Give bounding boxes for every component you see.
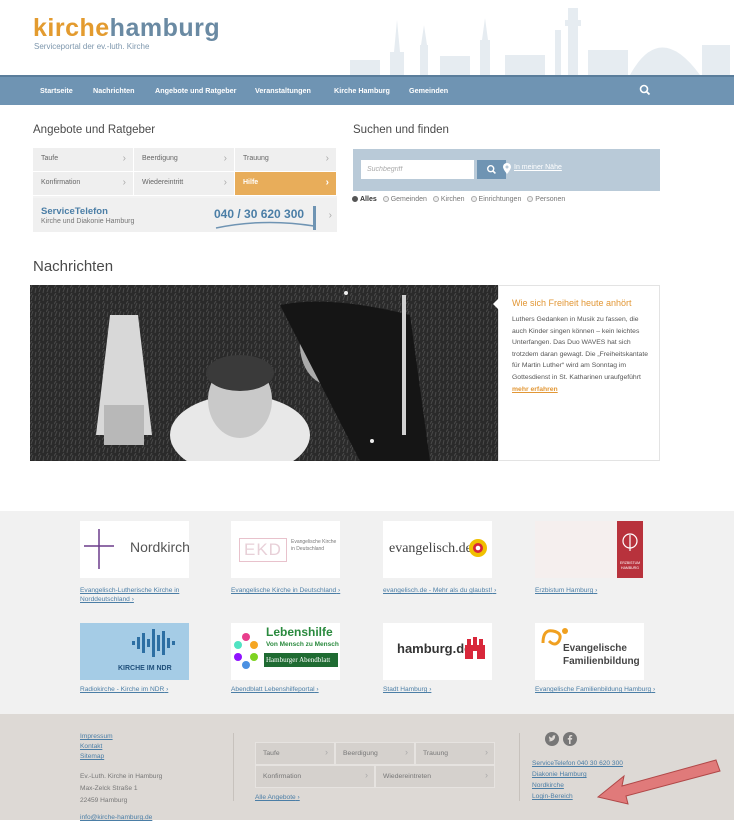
footer-offer-grid: Taufe › Beerdigung › Trauung › Konfirmation… (255, 742, 495, 790)
search-button[interactable] (477, 160, 506, 179)
news-teaser: Wie sich Freiheit heute anhört Luthers G… (493, 285, 660, 461)
hamburg-skyline-graphic (350, 8, 730, 75)
footer-all-offers-link[interactable]: Alle Angebote › (255, 794, 300, 801)
search-input[interactable] (361, 160, 474, 179)
offer-hilfe[interactable]: Hilfe › (235, 172, 337, 196)
partner-logo-nordkirche[interactable]: Nordkirche (80, 521, 189, 578)
partner-logo-lebenshilfe[interactable]: Lebenshilfe Von Mensch zu Mensch Hamburg… (231, 623, 340, 680)
partner-logo-familienbildung[interactable]: Evangelische Familienbildung (535, 623, 644, 680)
service-telefon[interactable]: ServiceTelefon Kirche und Diakonie Hambu… (33, 198, 337, 232)
partner-logo-evangelisch-de[interactable]: evangelisch.de (383, 521, 492, 578)
footer-address-line1: Ev.-Luth. Kirche in Hamburg (80, 773, 163, 780)
radio-gemeinden[interactable]: Gemeinden (382, 196, 427, 203)
footer-divider (519, 733, 520, 801)
partner-link-familienbildung[interactable]: Evangelische Familienbildung Hamburg › (535, 685, 655, 694)
equalizer-icon (132, 629, 175, 657)
footer-offer-konfirmation[interactable]: Konfirmation › (255, 765, 375, 788)
partner-link-lebenshilfe[interactable]: Abendblatt Lebenshilfeportal › (231, 685, 319, 694)
search-panel: In meiner Nähe (353, 149, 660, 191)
section-title-angebote: Angebote und Ratgeber (33, 124, 156, 136)
footer-link-impressum[interactable]: Impressum (80, 733, 113, 740)
footer-offer-beerdigung[interactable]: Beerdigung › (335, 742, 415, 765)
radio-kirchen[interactable]: Kirchen (432, 196, 465, 203)
hamburg-castle-icon (465, 637, 485, 659)
footer-offer-trauung[interactable]: Trauung › (415, 742, 495, 765)
facebook-icon[interactable] (563, 732, 577, 746)
footer-offer-wiedereintreten[interactable]: Wiedereintreten › (375, 765, 495, 788)
section-title-search: Suchen und finden (353, 124, 449, 136)
radio-alles[interactable]: Alles (352, 196, 377, 203)
footer-link-kontakt[interactable]: Kontakt (80, 743, 102, 750)
twitter-icon[interactable] (545, 732, 559, 746)
offer-wiedereintritt[interactable]: Wiedereintritt › (134, 172, 235, 196)
radio-einrichtungen[interactable]: Einrichtungen (470, 196, 521, 203)
evangelisch-de-mark-icon (469, 539, 487, 557)
footer-divider (233, 733, 234, 801)
lebenshilfe-flower-icon (234, 633, 258, 669)
offer-taufe[interactable]: Taufe › (33, 148, 134, 172)
footer-link-sitemap[interactable]: Sitemap (80, 753, 104, 760)
search-icon (487, 165, 496, 174)
near-me-link[interactable]: In meiner Nähe (514, 164, 562, 171)
main-nav: Startseite Nachrichten Angebote und Ratg… (0, 75, 734, 105)
partner-logo-erzbistum[interactable]: ERZBISTUM HAMBURG (535, 521, 644, 578)
teaser-title[interactable]: Wie sich Freiheit heute anhört (512, 298, 648, 308)
partner-link-kirche-im-ndr[interactable]: Radiokirche - Kirche im NDR › (80, 685, 168, 694)
section-title-news: Nachrichten (33, 258, 114, 275)
nav-item-angebote[interactable]: Angebote und Ratgeber (155, 86, 236, 95)
footer-address-line2: Max-Zelck Straße 1 (80, 785, 138, 792)
teaser-pointer (493, 298, 499, 310)
nav-item-gemeinden[interactable]: Gemeinden (409, 86, 448, 95)
partner-link-ekd[interactable]: Evangelische Kirche in Deutschland › (231, 586, 340, 595)
partner-section: Nordkirche Evangelisch-Lutherische Kirch… (0, 511, 734, 714)
nav-item-kirche-hamburg[interactable]: Kirche Hamburg (334, 86, 390, 95)
offer-beerdigung[interactable]: Beerdigung › (134, 148, 235, 172)
partner-link-evangelisch-de[interactable]: evangelisch.de - Mehr als du glaubst! › (383, 586, 496, 595)
offer-konfirmation[interactable]: Konfirmation › (33, 172, 134, 196)
partner-link-hamburg-de[interactable]: Stadt Hamburg › (383, 685, 431, 694)
annotation-arrow-icon (596, 759, 721, 805)
news-photo[interactable] (30, 285, 498, 461)
radio-personen[interactable]: Personen (527, 196, 565, 203)
footer-address-line3: 22459 Hamburg (80, 797, 128, 804)
chevron-right-icon: › (328, 210, 332, 221)
teaser-text: Luthers Gedanken in Musik zu fassen, die… (512, 316, 649, 393)
partner-link-erzbistum[interactable]: Erzbistum Hamburg › (535, 586, 597, 595)
nav-item-nachrichten[interactable]: Nachrichten (93, 86, 135, 95)
footer-link-login[interactable]: Login-Bereich (532, 793, 573, 800)
partner-logo-ekd[interactable]: EKD Evangelische Kirche in Deutschland (231, 521, 340, 578)
search-icon[interactable] (638, 83, 652, 97)
site-tagline: Serviceportal der ev.-luth. Kirche (34, 42, 150, 51)
footer-link-diakonie[interactable]: Diakonie Hamburg (532, 771, 587, 778)
service-subtitle: Kirche und Diakonie Hamburg (41, 218, 135, 225)
cross-icon (84, 529, 114, 569)
site-logo[interactable]: kirchehamburg (33, 14, 220, 43)
service-title: ServiceTelefon (41, 206, 108, 217)
location-pin-icon (503, 163, 511, 174)
offer-trauung[interactable]: Trauung › (235, 148, 337, 172)
partner-link-nordkirche[interactable]: Evangelisch-Lutherische Kirche in Norddeu… (80, 586, 179, 604)
footer-link-nordkirche[interactable]: Nordkirche (532, 782, 564, 789)
partner-logo-kirche-im-ndr[interactable]: KIRCHE IM NDR (80, 623, 189, 680)
footer-offer-taufe[interactable]: Taufe › (255, 742, 335, 765)
header: kirchehamburg Serviceportal der ev.-luth… (0, 0, 734, 75)
phone-wave-graphic (215, 206, 316, 230)
search-filter-radios: Alles Gemeinden Kirchen Einrichtungen Pe… (352, 196, 569, 203)
nav-item-startseite[interactable]: Startseite (40, 86, 73, 95)
partner-logo-hamburg-de[interactable]: hamburg.de (383, 623, 492, 680)
more-link[interactable]: mehr erfahren (512, 386, 558, 393)
nav-item-veranstaltungen[interactable]: Veranstaltungen (255, 86, 311, 95)
